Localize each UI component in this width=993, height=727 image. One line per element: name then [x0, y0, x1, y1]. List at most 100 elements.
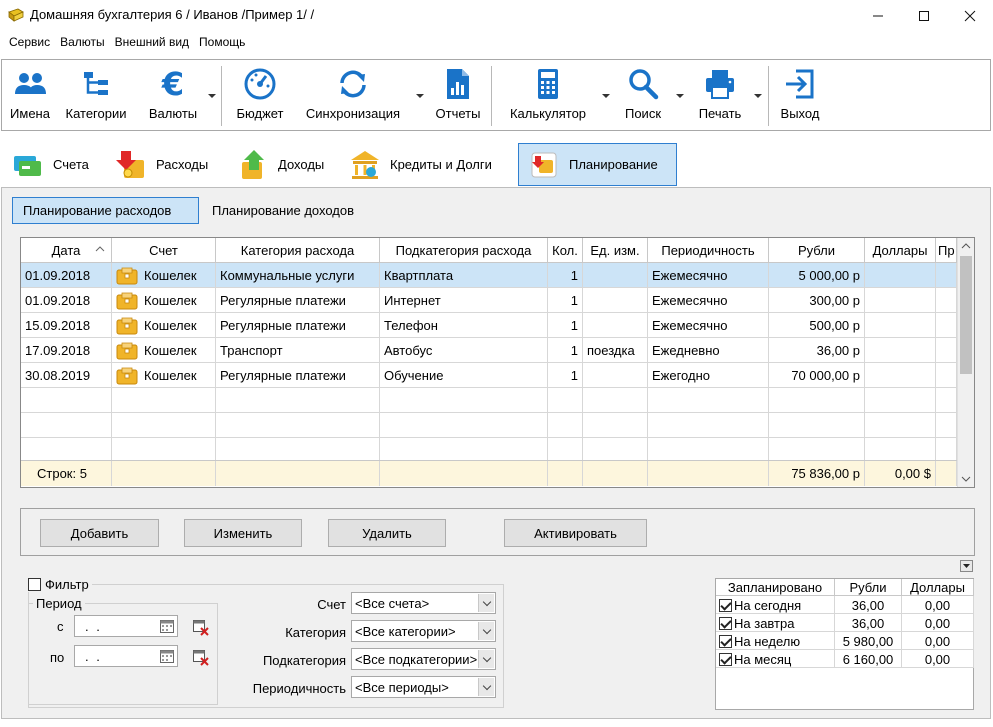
table-footer: Строк: 5 75 836,00 р 0,00 $: [21, 460, 957, 486]
calendar-icon[interactable]: [159, 648, 175, 664]
filter-checkbox[interactable]: Фильтр: [28, 577, 92, 592]
close-button[interactable]: [947, 0, 993, 31]
names-button[interactable]: Имена: [8, 66, 52, 126]
close-icon: [964, 10, 976, 21]
chevron-down-icon[interactable]: [478, 622, 494, 640]
currencies-dropdown-arrow[interactable]: [208, 94, 216, 98]
table-row[interactable]: 17.09.2018 Кошелек Транспорт Автобус 1 поездк…: [21, 338, 957, 363]
summary-period[interactable]: На сегодня: [716, 596, 835, 614]
table-row[interactable]: 01.09.2018 Кошелек Регулярные платежи Интер…: [21, 288, 957, 313]
summary-period-checkbox[interactable]: [719, 652, 732, 666]
income-arrow-icon: [242, 149, 264, 179]
summary-period-checkbox[interactable]: [719, 598, 732, 612]
scroll-up-icon[interactable]: [958, 238, 974, 254]
search-icon: [629, 69, 659, 100]
scroll-down-icon[interactable]: [958, 471, 974, 487]
tab-expenses[interactable]: Расходы: [106, 143, 224, 186]
menu-appearance[interactable]: Внешний вид: [110, 35, 194, 49]
calculator-label: Калькулятор: [509, 106, 587, 121]
col-header-unit[interactable]: Ед. изм.: [583, 238, 648, 263]
edit-button[interactable]: Изменить: [184, 519, 302, 547]
table-scrollbar[interactable]: [957, 238, 974, 487]
printer-icon: [706, 70, 734, 99]
euro-icon: €: [161, 66, 184, 102]
collapse-toggle-icon[interactable]: [960, 560, 973, 572]
minimize-button[interactable]: [855, 0, 901, 31]
search-dropdown-arrow[interactable]: [676, 94, 684, 98]
delete-button[interactable]: Удалить: [328, 519, 446, 547]
col-header-extra[interactable]: Пр: [936, 238, 957, 263]
account-filter-select[interactable]: <Все счета>: [351, 592, 496, 614]
menu-currencies[interactable]: Валюты: [55, 35, 110, 49]
toolbar: Имена Категории € Валюты Бюджет Синхрони…: [1, 59, 991, 131]
exit-icon: [786, 69, 814, 99]
subtab-income-planning[interactable]: Планирование доходов: [202, 197, 382, 224]
tab-credits-debts[interactable]: Кредиты и Долги: [340, 143, 512, 186]
scroll-thumb[interactable]: [960, 256, 972, 374]
cell-unit: [583, 363, 648, 388]
date-to-input[interactable]: . .: [74, 645, 178, 667]
cell-date: 01.09.2018: [21, 288, 112, 313]
clear-date-from-icon[interactable]: [192, 619, 210, 637]
col-header-rub[interactable]: Рубли: [769, 238, 865, 263]
reports-button[interactable]: Отчеты: [430, 66, 486, 126]
wallet-icon: [116, 317, 138, 334]
col-header-category[interactable]: Категория расхода: [216, 238, 380, 263]
summary-row: На завтра 36,00 0,00: [716, 614, 974, 632]
summary-period-checkbox[interactable]: [719, 634, 732, 648]
categories-button[interactable]: Категории: [60, 66, 132, 126]
search-label: Поиск: [624, 106, 662, 121]
calculator-button[interactable]: Калькулятор: [502, 66, 594, 126]
summary-header-rub: Рубли: [835, 579, 902, 596]
filter-label: Фильтр: [45, 577, 89, 592]
chevron-down-icon[interactable]: [478, 650, 494, 668]
tab-income[interactable]: Доходы: [228, 143, 334, 186]
table-row[interactable]: 01.09.2018 Кошелек Коммунальные услуги Квар…: [21, 263, 957, 288]
summary-period-checkbox[interactable]: [719, 616, 732, 630]
svg-text:€: €: [161, 66, 184, 102]
print-button[interactable]: Печать: [692, 66, 748, 126]
calculator-dropdown-arrow[interactable]: [602, 94, 610, 98]
col-header-subcategory[interactable]: Подкатегория расхода: [380, 238, 548, 263]
summary-period[interactable]: На месяц: [716, 650, 835, 668]
budget-button[interactable]: Бюджет: [230, 66, 290, 126]
currencies-button[interactable]: € Валюты: [144, 66, 202, 126]
tab-accounts-label: Счета: [53, 157, 89, 172]
users-icon: [15, 73, 46, 94]
table-row[interactable]: 30.08.2019 Кошелек Регулярные платежи Обуче…: [21, 363, 957, 388]
filter-checkbox-box[interactable]: [28, 578, 41, 591]
tab-planning[interactable]: Планирование: [518, 143, 677, 186]
cell-period: Ежемесячно: [648, 288, 769, 313]
subcategory-filter-select[interactable]: <Все подкатегории>: [351, 648, 496, 670]
maximize-button[interactable]: [901, 0, 947, 31]
chevron-down-icon[interactable]: [478, 678, 494, 696]
sync-button[interactable]: Синхронизация: [299, 66, 407, 126]
tab-accounts[interactable]: Счета: [3, 143, 101, 186]
print-dropdown-arrow[interactable]: [754, 94, 762, 98]
summary-period[interactable]: На неделю: [716, 632, 835, 650]
category-filter-select[interactable]: <Все категории>: [351, 620, 496, 642]
subtab-expense-planning[interactable]: Планирование расходов: [12, 197, 199, 224]
col-header-account[interactable]: Счет: [112, 238, 216, 263]
col-header-date[interactable]: Дата: [21, 238, 112, 263]
date-from-input[interactable]: . .: [74, 615, 178, 637]
periodicity-filter-select[interactable]: <Все периоды>: [351, 676, 496, 698]
summary-usd: 0,00: [902, 614, 974, 632]
col-header-usd[interactable]: Доллары: [865, 238, 936, 263]
menu-service[interactable]: Сервис: [4, 35, 55, 49]
col-header-qty[interactable]: Кол.: [548, 238, 583, 263]
menu-help[interactable]: Помощь: [194, 35, 250, 49]
calendar-icon[interactable]: [159, 618, 175, 634]
summary-period[interactable]: На завтра: [716, 614, 835, 632]
col-header-periodicity[interactable]: Периодичность: [648, 238, 769, 263]
activate-button[interactable]: Активировать: [504, 519, 647, 547]
clear-date-to-icon[interactable]: [192, 649, 210, 667]
chevron-down-icon[interactable]: [478, 594, 494, 612]
sync-dropdown-arrow[interactable]: [416, 94, 424, 98]
table-row[interactable]: 15.09.2018 Кошелек Регулярные платежи Телеф…: [21, 313, 957, 338]
sort-asc-icon: [95, 246, 105, 252]
add-button[interactable]: Добавить: [40, 519, 159, 547]
summary-row: На сегодня 36,00 0,00: [716, 596, 974, 614]
search-button[interactable]: Поиск: [618, 66, 668, 126]
exit-button[interactable]: Выход: [776, 66, 824, 126]
